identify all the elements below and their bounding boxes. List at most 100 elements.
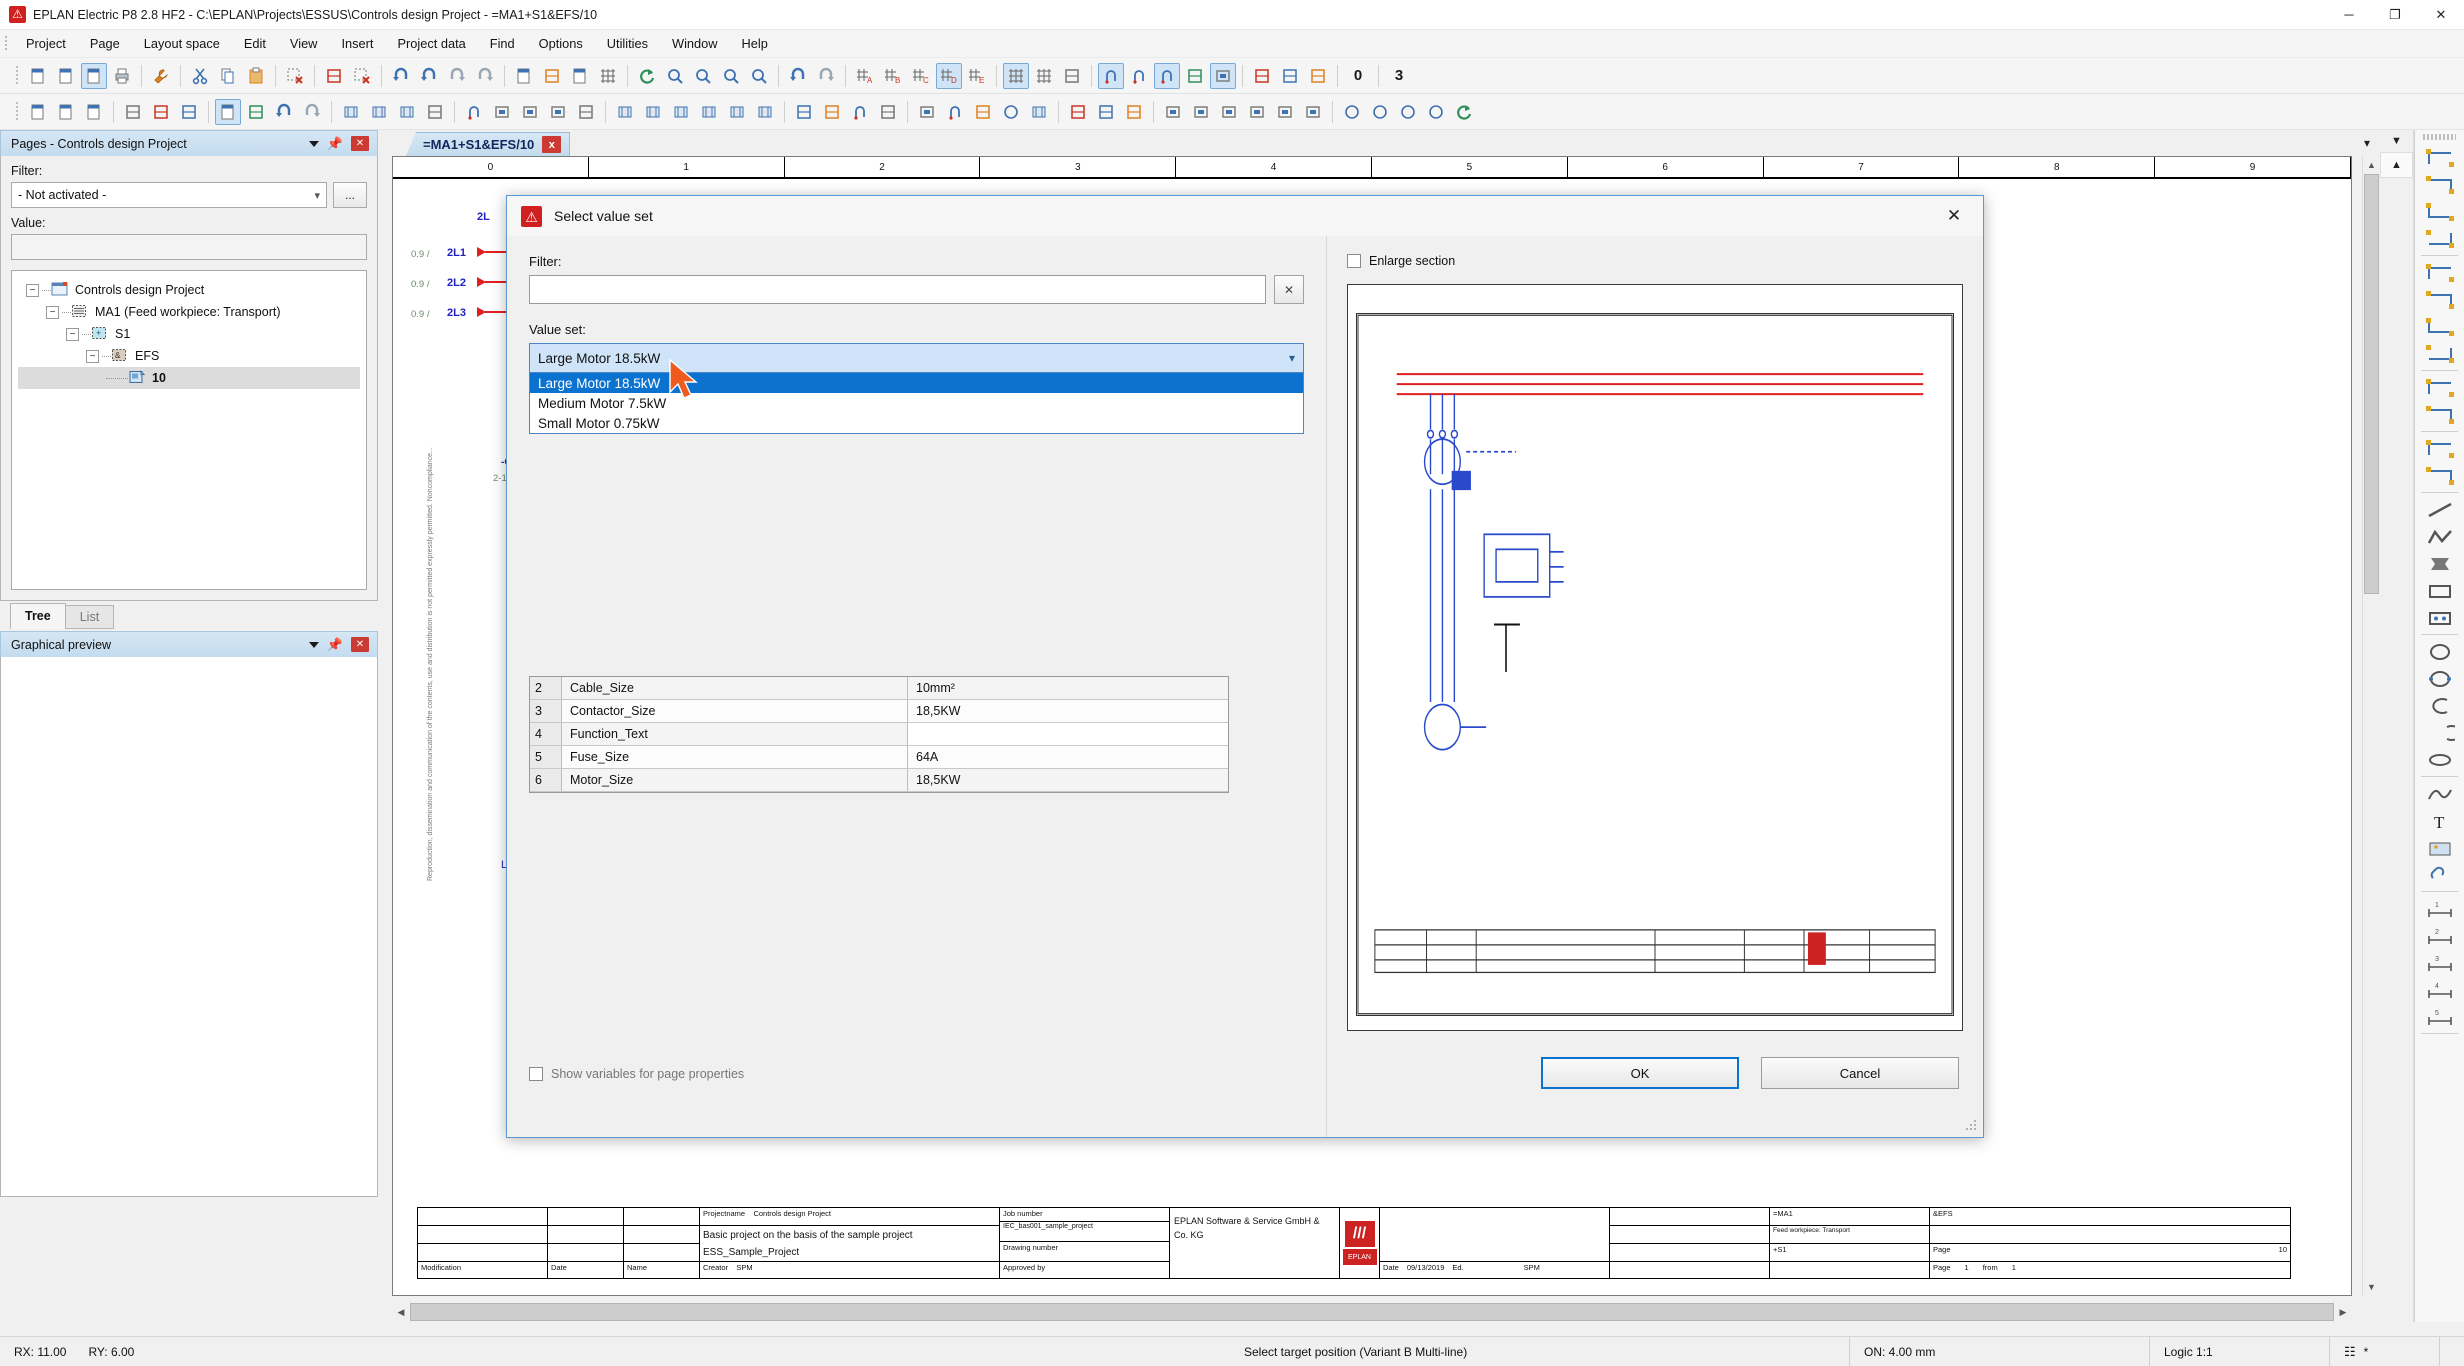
sort-icon[interactable] [176, 99, 202, 125]
layout-icon[interactable] [539, 63, 565, 89]
motor-icon[interactable] [998, 99, 1024, 125]
connection-star-2-icon[interactable] [2418, 401, 2462, 428]
close-icon[interactable]: ✕ [351, 637, 369, 652]
document-tab-close-icon[interactable]: x [542, 136, 561, 153]
grid-table-icon[interactable] [595, 63, 621, 89]
project-data-icon[interactable] [81, 99, 107, 125]
circle-3point-icon[interactable] [2418, 665, 2462, 692]
right-dock-chevron-down-icon[interactable]: ▼ [2380, 130, 2413, 152]
box-4-icon[interactable] [1244, 99, 1270, 125]
menu-insert[interactable]: Insert [329, 33, 385, 54]
structure-icon[interactable] [422, 99, 448, 125]
cross-reference-icon[interactable] [819, 99, 845, 125]
cancel-button[interactable]: Cancel [1761, 1057, 1959, 1089]
page-properties-icon[interactable] [81, 63, 107, 89]
dimension-aligned-icon[interactable]: 2 [2418, 922, 2462, 949]
grid-toggle-icon[interactable] [1003, 63, 1029, 89]
chevron-down-icon[interactable] [309, 141, 319, 147]
open-project-icon[interactable] [53, 99, 79, 125]
print-icon[interactable] [109, 63, 135, 89]
placeholder-icon[interactable] [573, 99, 599, 125]
value-set-dropdown-list[interactable]: Large Motor 18.5kWMedium Motor 7.5kWSmal… [529, 373, 1304, 434]
tree-item-10[interactable]: 10 [18, 367, 360, 389]
connection-symbol-icon[interactable] [1098, 63, 1124, 89]
enlarge-section-row[interactable]: Enlarge section [1347, 254, 1963, 268]
table-row[interactable]: 3Contactor_Size18,5KW [530, 700, 1228, 723]
numbering-icon[interactable] [120, 99, 146, 125]
arc-center-icon[interactable] [2418, 719, 2462, 746]
menu-view[interactable]: View [278, 33, 330, 54]
pages-filter-select[interactable]: - Not activated - ▾ [11, 182, 327, 208]
wire-style-1-icon[interactable] [1249, 63, 1275, 89]
delete-selection-icon[interactable] [282, 63, 308, 89]
device-connection-icon[interactable] [942, 99, 968, 125]
input-box-icon[interactable] [1210, 63, 1236, 89]
dimension-angular-icon[interactable]: 3 [2418, 949, 2462, 976]
cut-icon[interactable] [187, 63, 213, 89]
fluid-valve-icon[interactable] [1065, 99, 1091, 125]
text-icon[interactable]: T [2418, 807, 2462, 834]
table-row[interactable]: 6Motor_Size18,5KW [530, 769, 1228, 792]
back-icon[interactable] [785, 63, 811, 89]
paste-icon[interactable] [243, 63, 269, 89]
polygon-icon[interactable] [2418, 550, 2462, 577]
close-icon[interactable]: ✕ [351, 136, 369, 151]
tabstrip-chevron-icon[interactable]: ▾ [2364, 136, 2370, 150]
menu-utilities[interactable]: Utilities [595, 33, 660, 54]
toolbar-number-1[interactable]: 0 [1343, 67, 1373, 84]
connection-tee-4-icon[interactable] [2418, 340, 2462, 367]
close-button[interactable]: ✕ [2418, 0, 2464, 30]
zoom-fit-icon[interactable] [746, 63, 772, 89]
redo-next-icon[interactable] [472, 63, 498, 89]
open-page-icon[interactable] [53, 63, 79, 89]
bus-icon[interactable] [724, 99, 750, 125]
show-variables-checkbox-row[interactable]: Show variables for page properties [529, 1067, 744, 1081]
tab-list[interactable]: List [65, 605, 114, 629]
right-dock-chevron-up-icon[interactable]: ▲ [2380, 152, 2413, 178]
pages-value-input[interactable] [11, 234, 367, 260]
pages-filter-browse-button[interactable]: ... [333, 182, 367, 208]
connection-star-1-icon[interactable] [2418, 374, 2462, 401]
zoom-in-icon[interactable] [690, 63, 716, 89]
toolbar-grip[interactable] [16, 66, 18, 86]
menu-project-data[interactable]: Project data [385, 33, 477, 54]
macro-insert-icon[interactable] [489, 99, 515, 125]
bus-port-icon[interactable] [752, 99, 778, 125]
undo-icon[interactable] [416, 63, 442, 89]
toolbar-grip[interactable] [2423, 134, 2456, 140]
variables-table[interactable]: 2Cable_Size10mm²3Contactor_Size18,5KW4Fu… [529, 676, 1229, 793]
hyperlink-icon[interactable] [2418, 861, 2462, 888]
terminal-strip-icon[interactable] [338, 99, 364, 125]
new-project-icon[interactable] [25, 99, 51, 125]
ok-button[interactable]: OK [1541, 1057, 1739, 1089]
dimension-linear-icon[interactable]: 1 [2418, 895, 2462, 922]
canvas-vertical-scrollbar[interactable]: ▲ ▼ [2362, 156, 2380, 1296]
chevron-down-icon[interactable] [309, 642, 319, 648]
refresh-all-icon[interactable] [1451, 99, 1477, 125]
symbol-insert-icon[interactable] [461, 99, 487, 125]
plc-connection-icon[interactable] [668, 99, 694, 125]
tree-item-controls-design-project[interactable]: −Controls design Project [18, 279, 360, 301]
variable-value[interactable]: 18,5KW [908, 769, 1228, 791]
scroll-right-icon[interactable]: ▶ [2334, 1302, 2352, 1322]
box-2-icon[interactable] [1188, 99, 1214, 125]
connection-corner-bl-icon[interactable] [2418, 198, 2462, 225]
maximize-button[interactable]: ❐ [2372, 0, 2418, 30]
variable-value[interactable]: 10mm² [908, 677, 1228, 699]
box-6-icon[interactable] [1300, 99, 1326, 125]
shield-icon[interactable] [875, 99, 901, 125]
value-set-option-1[interactable]: Medium Motor 7.5kW [530, 393, 1303, 413]
box-3-icon[interactable] [1216, 99, 1242, 125]
nav-forward-icon[interactable] [299, 99, 325, 125]
scroll-left-icon[interactable]: ◀ [392, 1302, 410, 1322]
connection-corner-br-icon[interactable] [2418, 225, 2462, 252]
pin-icon[interactable]: 📌 [327, 638, 343, 651]
connection-corner-tl-icon[interactable] [2418, 144, 2462, 171]
status-mode[interactable]: ☷ * [2330, 1337, 2440, 1366]
menu-layout-space[interactable]: Layout space [132, 33, 232, 54]
macro-box-icon[interactable] [545, 99, 571, 125]
dimension-128-icon[interactable] [1182, 63, 1208, 89]
new-page-icon[interactable] [25, 63, 51, 89]
menu-find[interactable]: Find [478, 33, 527, 54]
line-icon[interactable] [2418, 496, 2462, 523]
